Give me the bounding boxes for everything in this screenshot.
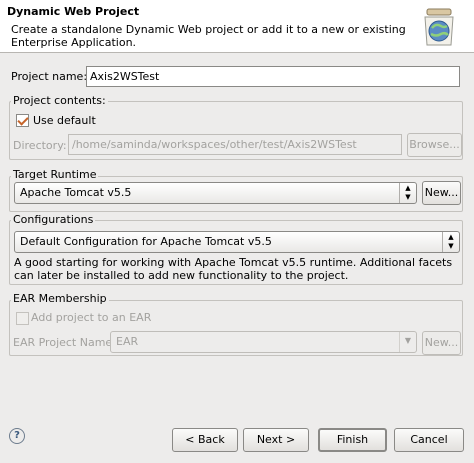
help-icon[interactable]: ? [9,428,25,444]
finish-button[interactable]: Finish [318,428,387,452]
project-name-label: Project name: [11,70,88,83]
new-ear-button[interactable]: New... [422,331,461,355]
select-arrows-icon: ▲ ▼ [399,183,416,203]
ear-project-select[interactable]: EAR ▼ [110,331,417,353]
add-to-ear-label: Add project to an EAR [31,311,152,324]
use-default-checkbox[interactable] [16,114,29,127]
target-runtime-selected: Apache Tomcat v5.5 [20,186,132,199]
configuration-selected: Default Configuration for Apache Tomcat … [20,235,272,248]
wizard-header: Dynamic Web Project Create a standalone … [0,0,474,53]
target-runtime-select[interactable]: Apache Tomcat v5.5 ▲ ▼ [14,182,417,204]
ear-project-selected: EAR [116,335,139,348]
project-name-input[interactable]: Axis2WSTest [86,66,460,87]
back-button[interactable]: < Back [172,428,238,452]
configuration-description: A good starting for working with Apache … [14,256,453,282]
next-button[interactable]: Next > [243,428,309,452]
dropdown-arrow-icon: ▼ [399,332,416,352]
project-contents-title: Project contents: [11,94,108,107]
ear-project-name-label: EAR Project Name: [13,336,116,349]
configurations-title: Configurations [11,213,96,226]
web-project-wizard-icon [424,8,454,46]
new-runtime-button[interactable]: New... [422,181,461,205]
add-to-ear-checkbox[interactable] [16,312,29,325]
page-title: Dynamic Web Project [7,5,140,18]
ear-membership-title: EAR Membership [11,292,109,305]
target-runtime-title: Target Runtime [11,168,99,181]
configuration-select[interactable]: Default Configuration for Apache Tomcat … [14,231,460,253]
page-description: Create a standalone Dynamic Web project … [11,23,406,49]
cancel-button[interactable]: Cancel [394,428,464,452]
directory-input[interactable]: /home/saminda/workspaces/other/test/Axis… [68,134,402,155]
new-runtime-label: New... [424,186,459,199]
use-default-label: Use default [33,114,96,127]
select-arrows-icon: ▲ ▼ [442,232,459,252]
browse-button[interactable]: Browse... [407,133,462,157]
directory-label: Directory: [13,139,67,152]
